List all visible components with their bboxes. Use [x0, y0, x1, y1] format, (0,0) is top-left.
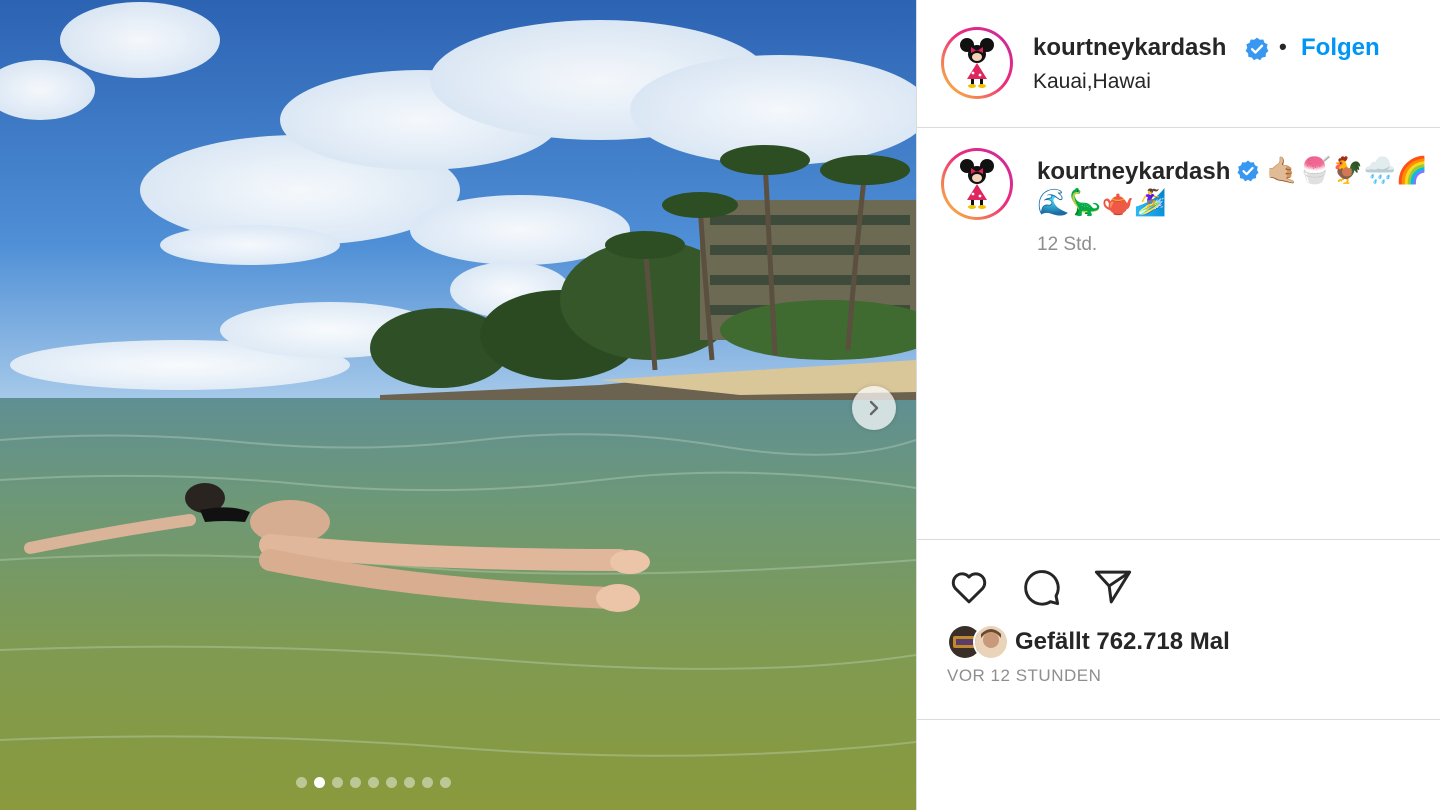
- avatar: [947, 33, 1007, 93]
- chevron-right-icon: [869, 400, 879, 416]
- likes-count[interactable]: Gefällt 762.718 Mal: [1015, 628, 1230, 656]
- carousel-dot: [332, 777, 343, 788]
- carousel-dot-active: [314, 777, 325, 788]
- paper-plane-icon[interactable]: [1091, 566, 1135, 608]
- carousel-dot: [296, 777, 307, 788]
- caption-username[interactable]: kourtneykardash: [1037, 158, 1230, 185]
- carousel-dot: [350, 777, 361, 788]
- caption-emojis-line1: 🤙🏼🍧🐓🌧️🌈: [1266, 156, 1429, 186]
- carousel-dot: [422, 777, 433, 788]
- liker-avatar[interactable]: [973, 624, 1009, 660]
- separator-dot: •: [1279, 34, 1287, 59]
- caption-timestamp[interactable]: 12 Std.: [1037, 234, 1097, 256]
- post-photo: [0, 0, 916, 810]
- follow-button[interactable]: Folgen: [1301, 34, 1380, 62]
- heart-icon[interactable]: [947, 566, 991, 608]
- liker-avatar-image: [975, 626, 1007, 658]
- verified-badge-icon: [1237, 160, 1259, 182]
- post-actions: Gefällt 762.718 Mal VOR 12 STUNDEN: [917, 540, 1440, 720]
- post-timestamp[interactable]: VOR 12 STUNDEN: [947, 666, 1101, 686]
- carousel-dot: [404, 777, 415, 788]
- minnie-mouse-avatar-icon: [960, 38, 994, 88]
- avatar: [947, 154, 1007, 214]
- story-avatar[interactable]: [941, 27, 1013, 99]
- post-media[interactable]: [0, 0, 916, 810]
- carousel-dot: [386, 777, 397, 788]
- comment-icon[interactable]: [1019, 566, 1063, 608]
- post-caption: kourtneykardash 🤙🏼🍧🐓🌧️🌈 🌊🦕🫖🏄‍♀️ 12 Std.: [917, 128, 1440, 540]
- minnie-mouse-avatar-icon: [960, 159, 994, 209]
- post-location[interactable]: Kauai,Hawai: [1033, 70, 1151, 94]
- post-side-panel: kourtneykardash • Folgen Kauai,Hawai kou…: [916, 0, 1440, 810]
- post-author-username[interactable]: kourtneykardash: [1033, 34, 1226, 62]
- verified-badge-icon: [1245, 37, 1269, 61]
- caption-avatar[interactable]: [941, 148, 1013, 220]
- carousel-indicator: [296, 777, 451, 788]
- caption-emojis-line2: 🌊🦕🫖🏄‍♀️: [1037, 188, 1167, 218]
- carousel-dot: [440, 777, 451, 788]
- post-header: kourtneykardash • Folgen Kauai,Hawai: [917, 0, 1440, 128]
- next-slide-button[interactable]: [852, 386, 896, 430]
- carousel-dot: [368, 777, 379, 788]
- likes-summary[interactable]: Gefällt 762.718 Mal: [947, 624, 1230, 660]
- caption-first-line: kourtneykardash 🤙🏼🍧🐓🌧️🌈: [1037, 156, 1428, 186]
